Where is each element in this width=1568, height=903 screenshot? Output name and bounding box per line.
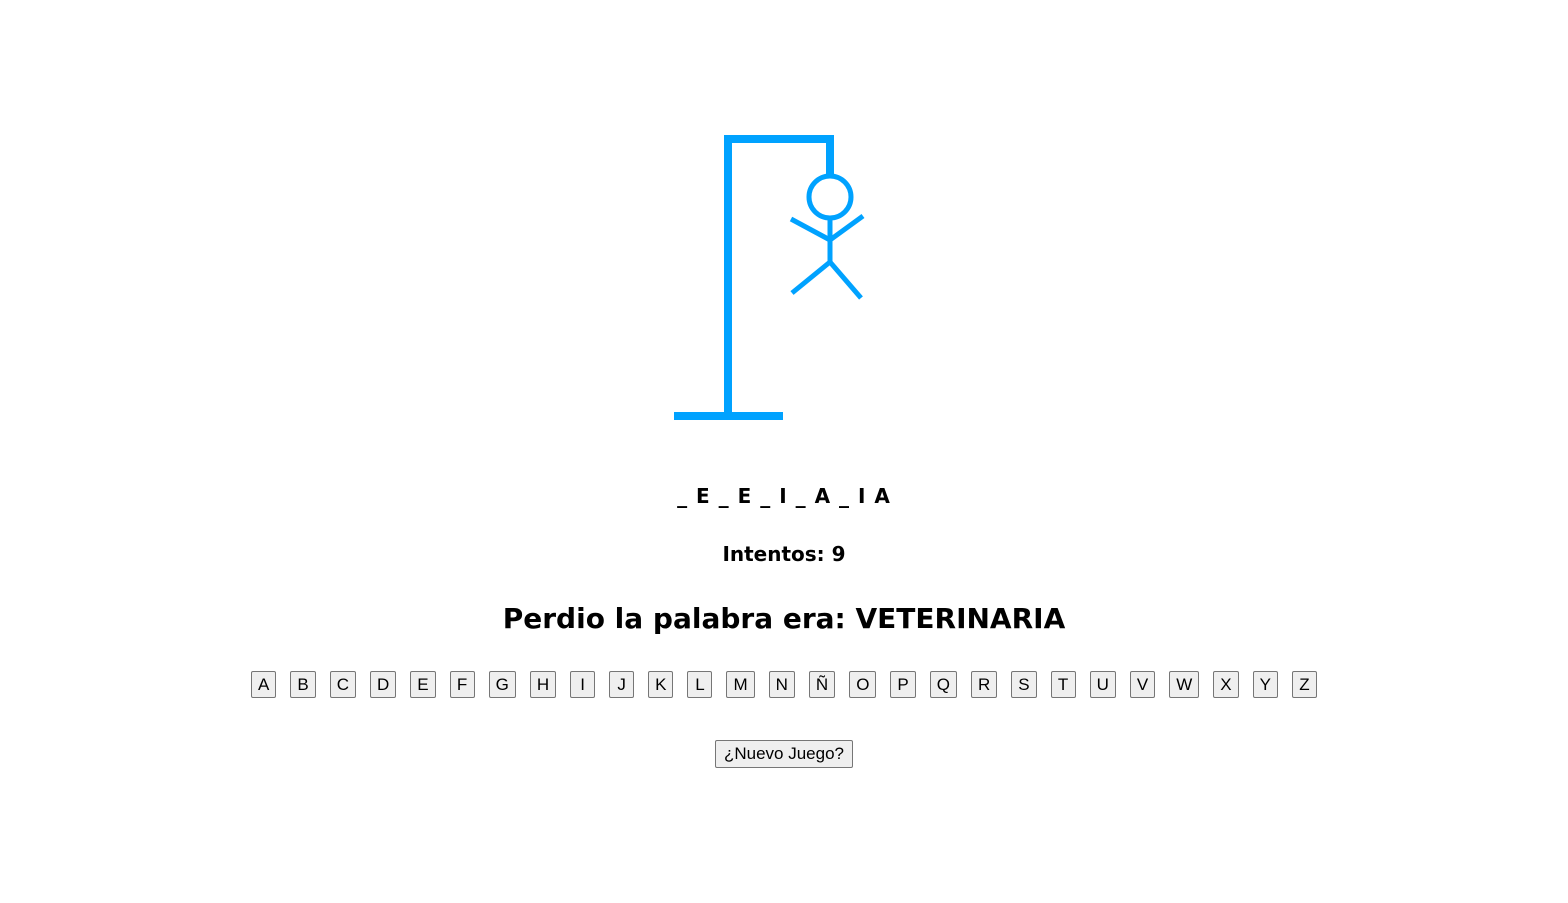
- letter-button-k[interactable]: K: [648, 671, 674, 698]
- hangman-left-arm: [789, 216, 832, 243]
- letter-button-t[interactable]: T: [1050, 671, 1076, 698]
- hangman-drawing: [674, 135, 865, 420]
- letter-button-b[interactable]: B: [290, 671, 316, 698]
- letter-button-l[interactable]: L: [687, 671, 713, 698]
- letter-button-v[interactable]: V: [1129, 671, 1156, 698]
- letter-keyboard: ABCDEFGHIJKLMNÑOPQRSTUVWXYZ: [0, 671, 1568, 698]
- letter-button-c[interactable]: C: [329, 671, 356, 698]
- letter-button-j[interactable]: J: [609, 671, 635, 698]
- letter-button-u[interactable]: U: [1089, 671, 1116, 698]
- letter-button-ñ[interactable]: Ñ: [808, 671, 836, 698]
- hangman-head: [806, 173, 854, 221]
- word-display: _ E _ E _ I _ A _ I A: [677, 484, 891, 508]
- letter-button-o[interactable]: O: [849, 671, 877, 698]
- letter-button-y[interactable]: Y: [1252, 671, 1278, 698]
- letter-button-i[interactable]: I: [570, 671, 596, 698]
- letter-button-g[interactable]: G: [488, 671, 516, 698]
- letter-button-s[interactable]: S: [1011, 671, 1037, 698]
- attempts-counter: Intentos: 9: [722, 542, 846, 566]
- letter-button-h[interactable]: H: [529, 671, 557, 698]
- result-message: Perdio la palabra era: VETERINARIA: [502, 602, 1066, 635]
- letter-button-x[interactable]: X: [1213, 671, 1239, 698]
- new-game-container: ¿Nuevo Juego?: [0, 740, 1568, 768]
- letter-button-r[interactable]: R: [971, 671, 998, 698]
- letter-button-a[interactable]: A: [251, 671, 277, 698]
- letter-button-n[interactable]: N: [768, 671, 795, 698]
- letter-button-z[interactable]: Z: [1291, 671, 1317, 698]
- letter-button-q[interactable]: Q: [929, 671, 957, 698]
- letter-button-w[interactable]: W: [1169, 671, 1200, 698]
- letter-button-p[interactable]: P: [890, 671, 916, 698]
- letter-button-e[interactable]: E: [410, 671, 436, 698]
- hangman-right-leg: [828, 260, 863, 300]
- letter-button-m[interactable]: M: [726, 671, 755, 698]
- new-game-button[interactable]: ¿Nuevo Juego?: [714, 740, 854, 768]
- hangman-left-leg: [790, 260, 832, 295]
- letter-button-f[interactable]: F: [449, 671, 475, 698]
- letter-button-d[interactable]: D: [369, 671, 397, 698]
